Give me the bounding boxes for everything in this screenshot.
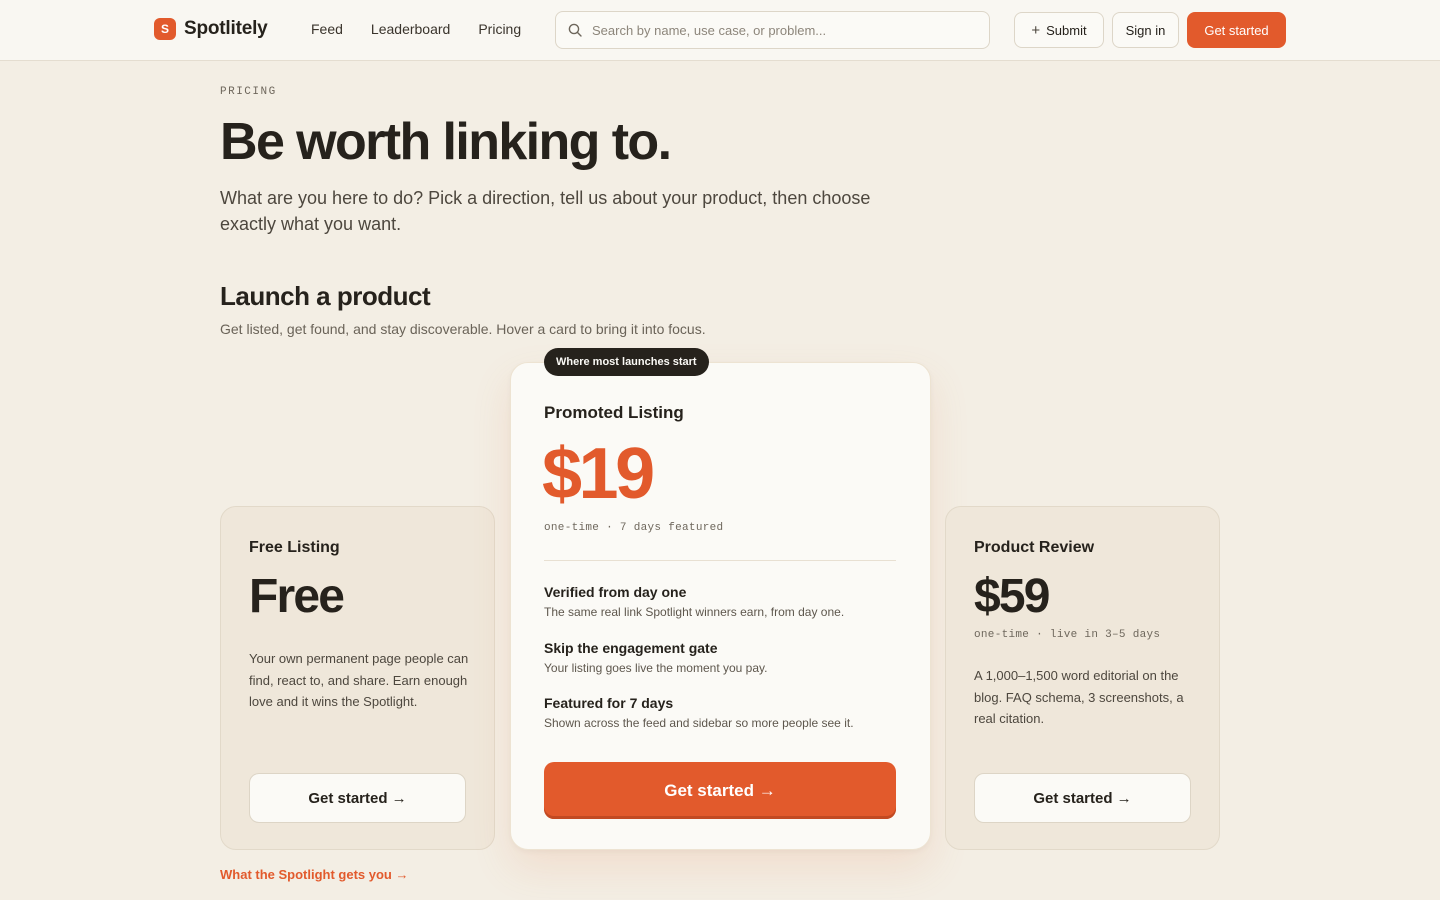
spotlight-info-link[interactable]: What the Spotlight gets you → [220,867,409,882]
free-get-started-button[interactable]: Get started → [249,773,466,823]
plan-price: Free [249,570,345,623]
feature-title: Skip the engagement gate [544,640,718,656]
promoted-get-started-button[interactable]: Get started → [544,762,896,819]
feature-title: Featured for 7 days [544,695,674,711]
plan-description: A 1,000–1,500 word editorial on the blog… [974,668,1184,726]
submit-button[interactable]: + Submit [1014,12,1104,48]
divider [544,560,896,561]
feature-description: The same real link Spotlight winners ear… [544,605,845,619]
plan-meta: one-time · 7 days featured [544,522,724,534]
get-started-header-button[interactable]: Get started [1187,12,1286,48]
feature-item: Verified from day one The same real link… [544,584,896,619]
plan-name: Promoted Listing [544,403,684,422]
plan-name: Product Review [974,539,1095,556]
logo-mark-icon: S [154,18,176,40]
search-input[interactable] [592,22,989,38]
top-navigation-bar: S Spotlitely Feed Leaderboard Pricing + … [0,0,1440,61]
feature-description: Your listing goes live the moment you pa… [544,661,768,675]
search-box[interactable] [555,11,990,49]
search-icon [568,23,582,37]
popular-badge: Where most launches start [544,348,709,376]
section-title: Launch a product [220,281,431,311]
section-subtitle: Get listed, get found, and stay discover… [220,321,706,337]
feature-title: Verified from day one [544,584,687,600]
plus-icon: + [1031,21,1041,39]
page-subtitle: What are you here to do? Pick a directio… [220,188,871,234]
plan-name: Free Listing [249,539,340,556]
sign-in-button[interactable]: Sign in [1112,12,1179,48]
feature-description: Shown across the feed and sidebar so mor… [544,716,854,730]
feature-item: Featured for 7 days Shown across the fee… [544,695,896,730]
plan-card-review[interactable]: Product Review $59 one-time · live in 3–… [945,506,1220,850]
brand-logo[interactable]: S Spotlitely [154,18,268,40]
page-eyebrow: PRICING [220,86,277,98]
feature-item: Skip the engagement gate Your listing go… [544,640,896,675]
main-nav: Feed Leaderboard Pricing [311,21,549,37]
review-get-started-button[interactable]: Get started → [974,773,1191,823]
nav-link-leaderboard[interactable]: Leaderboard [371,21,450,37]
nav-link-pricing[interactable]: Pricing [478,21,521,37]
nav-link-feed[interactable]: Feed [311,21,343,37]
plan-meta: one-time · live in 3–5 days [974,629,1161,641]
page-title: Be worth linking to. [220,113,672,171]
plan-description: Your own permanent page people can find,… [249,651,469,709]
plan-card-promoted[interactable]: Promoted Listing $19 one-time · 7 days f… [510,362,931,850]
plan-price: $19 [542,434,655,514]
brand-name: Spotlitely [184,18,268,39]
plan-price: $59 [974,570,1050,623]
plan-card-free[interactable]: Free Listing Free Your own permanent pag… [220,506,495,850]
submit-button-label: Submit [1046,22,1087,38]
